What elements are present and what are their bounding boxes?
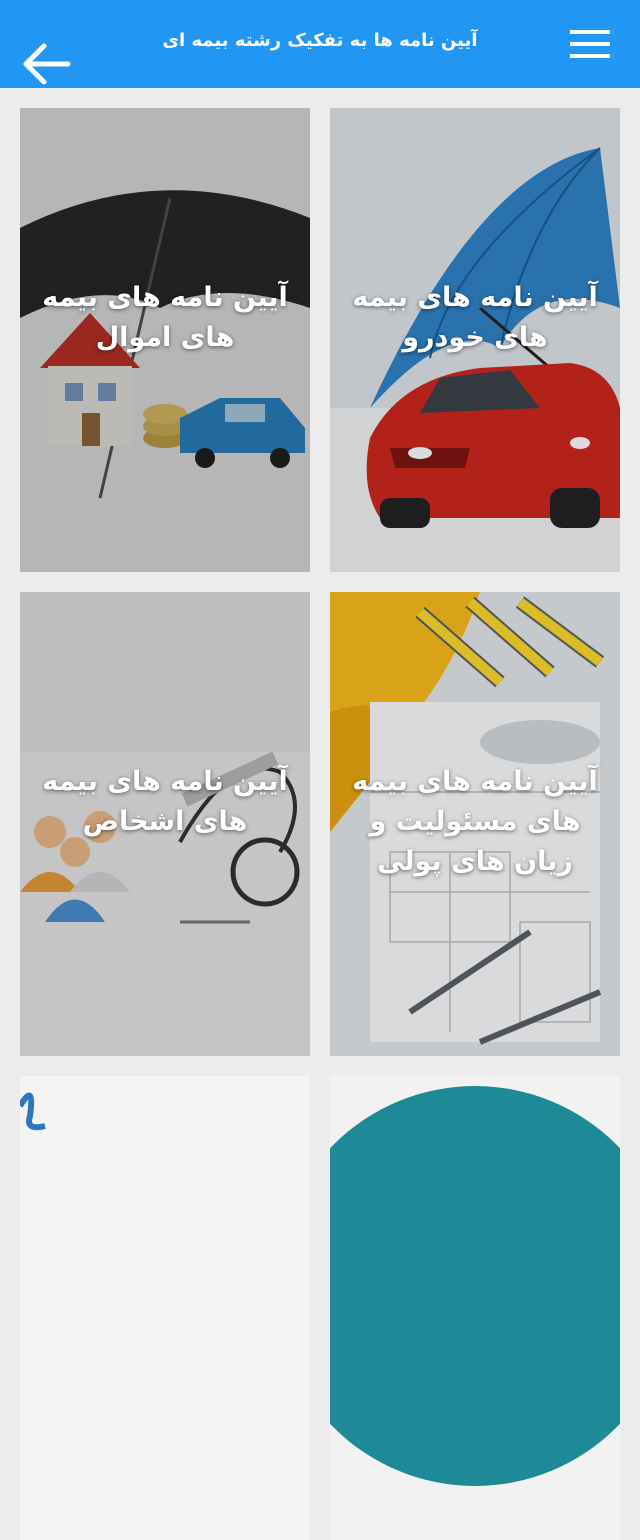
- page-title: آیین نامه ها به تفکیک رشته بیمه ای: [162, 30, 478, 51]
- card-label: آیین نامه های بیمه های اشخاص: [42, 766, 288, 837]
- teal-circle-image: [330, 1076, 620, 1540]
- category-grid: آیین نامه های بیمه های خودرو آیین نامه ه…: [0, 88, 640, 1540]
- app-bar: آیین نامه ها به تفکیک رشته بیمه ای: [0, 0, 640, 88]
- hamburger-menu-icon: [570, 30, 610, 34]
- card-vehicle-insurance[interactable]: آیین نامه های بیمه های خودرو: [330, 108, 620, 572]
- card-label: آیین نامه های بیمه های مسئولیت و زیان ها…: [352, 766, 598, 877]
- card-partial-right[interactable]: [330, 1076, 620, 1540]
- hamburger-menu-icon-bar: [570, 42, 610, 46]
- hamburger-menu-icon-bar: [570, 54, 610, 58]
- card-liability-insurance[interactable]: آیین نامه های بیمه های مسئولیت و زیان ها…: [330, 592, 620, 1056]
- card-property-insurance[interactable]: آیین نامه های بیمه های اموال: [20, 108, 310, 572]
- card-label: آیین نامه های بیمه های خودرو: [352, 282, 598, 353]
- card-personal-insurance[interactable]: آیین نامه های بیمه های اشخاص: [20, 592, 310, 1056]
- card-partial-left[interactable]: [20, 1076, 310, 1540]
- blue-sketch-image: [20, 1076, 310, 1540]
- menu-button[interactable]: [568, 26, 612, 62]
- card-label: آیین نامه های بیمه های اموال: [42, 282, 288, 353]
